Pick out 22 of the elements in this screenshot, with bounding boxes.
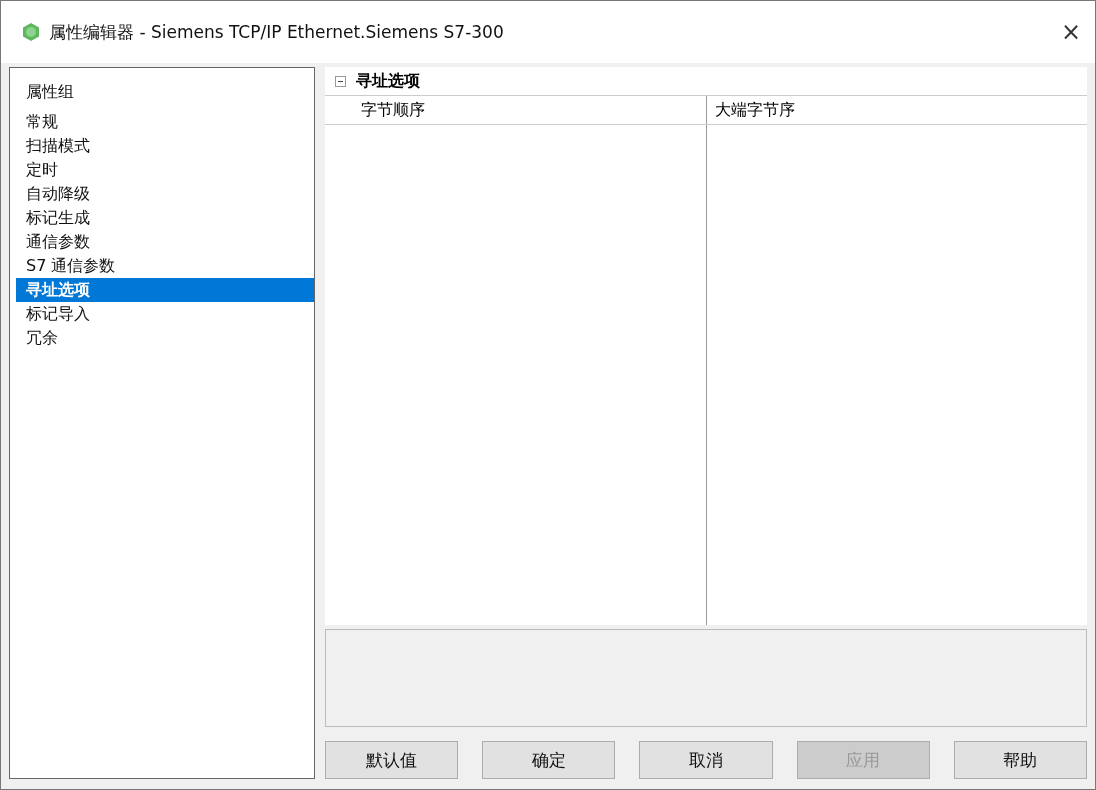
sidebar-item[interactable]: S7 通信参数 xyxy=(16,254,314,278)
close-button[interactable]: × xyxy=(1060,18,1081,46)
dialog-button[interactable]: 确定 xyxy=(482,741,616,779)
dialog-button[interactable]: 默认值 xyxy=(325,741,459,779)
sidebar-item[interactable]: 寻址选项 xyxy=(16,278,314,302)
sidebar-item[interactable]: 扫描模式 xyxy=(16,134,314,158)
dialog-button[interactable]: 取消 xyxy=(639,741,773,779)
sidebar-item[interactable]: 冗余 xyxy=(16,326,314,350)
sidebar-item[interactable]: 通信参数 xyxy=(16,230,314,254)
property-value[interactable]: 大端字节序 xyxy=(706,96,1087,124)
group-title: 寻址选项 xyxy=(356,70,420,92)
window-title: 属性编辑器 - Siemens TCP/IP Ethernet.Siemens S7-300 xyxy=(49,20,505,44)
sidebar-item[interactable]: 属性组 xyxy=(16,80,314,104)
property-name: 字节顺序 xyxy=(360,99,426,121)
sidebar-item[interactable]: 标记生成 xyxy=(16,206,314,230)
dialog-button[interactable]: 帮助 xyxy=(953,741,1087,779)
sidebar-item[interactable]: 自动降级 xyxy=(16,182,314,206)
collapse-icon[interactable] xyxy=(335,75,346,87)
sidebar-item[interactable]: 常规 xyxy=(16,110,314,134)
sidebar-item[interactable]: 标记导入 xyxy=(16,302,314,326)
sidebar-item[interactable]: 定时 xyxy=(16,158,314,182)
app-logo-icon xyxy=(21,22,41,42)
